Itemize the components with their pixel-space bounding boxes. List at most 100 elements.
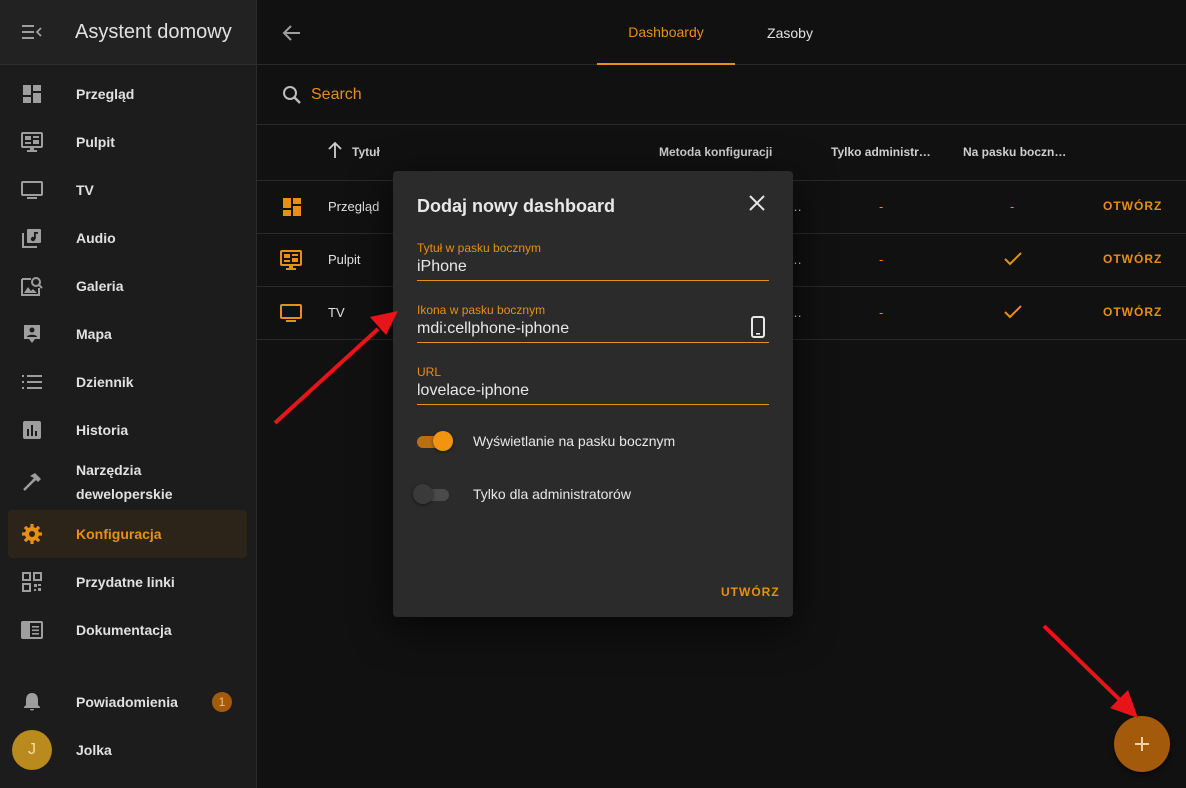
sidebar-item-tv[interactable]: TV	[0, 166, 256, 214]
sidebar-item-label: Powiadomienia	[76, 694, 178, 710]
chart-box-icon	[23, 421, 41, 439]
field-label: URL	[417, 365, 442, 379]
open-button[interactable]: OTWÓRZ	[1103, 199, 1162, 213]
sidebar-item-mapa[interactable]: Mapa	[0, 310, 256, 358]
sidebar-item-dziennik[interactable]: Dziennik	[0, 358, 256, 406]
sidebar-item-przydatne-linki[interactable]: Przydatne linki	[0, 558, 256, 606]
avatar: J	[12, 730, 52, 770]
user-name: Jolka	[76, 742, 112, 758]
top-bar: Dashboardy Zasoby	[257, 0, 1186, 65]
row-sidebar: -	[1010, 199, 1015, 214]
sidebar-item-dokumentacja[interactable]: Dokumentacja	[0, 606, 256, 654]
book-open-icon	[21, 621, 43, 639]
sidebar-title-input[interactable]	[417, 258, 737, 280]
column-header-admin[interactable]: Tylko administr…	[831, 145, 931, 159]
sidebar-item-label: Narzędzia	[76, 462, 142, 478]
search-bar	[257, 65, 1186, 125]
sidebar-item-label: Konfiguracja	[76, 526, 162, 542]
notification-badge: 1	[212, 692, 232, 712]
sidebar-item-label: Galeria	[76, 278, 124, 294]
admin-only-toggle[interactable]: Tylko dla administratorów	[413, 484, 631, 504]
map-account-icon	[24, 325, 40, 343]
sidebar-item-galeria[interactable]: Galeria	[0, 262, 256, 310]
sidebar-item-label: Przydatne linki	[76, 574, 175, 590]
search-icon	[283, 85, 301, 104]
hammer-icon	[23, 473, 41, 491]
sidebar-item-label: TV	[76, 182, 94, 198]
column-header-title[interactable]: Tytuł	[352, 145, 380, 159]
sidebar-icon-input[interactable]	[417, 320, 737, 342]
column-header-method[interactable]: Metoda konfiguracji	[659, 145, 772, 159]
sidebar-item-audio[interactable]: Audio	[0, 214, 256, 262]
column-header-sidebar[interactable]: Na pasku boczn…	[963, 145, 1066, 159]
sidebar-item-label: deweloperskie	[76, 486, 173, 502]
sidebar-item-narzedzia-deweloperskie[interactable]: Narzędzia deweloperskie	[0, 454, 256, 510]
sidebar-header: Asystent domowy	[0, 0, 256, 65]
url-field: URL	[417, 365, 769, 405]
bell-icon	[24, 693, 40, 711]
row-admin: -	[879, 199, 884, 214]
show-in-sidebar-toggle[interactable]: Wyświetlanie na pasku bocznym	[413, 431, 675, 451]
sidebar-item-powiadomienia[interactable]: Powiadomienia 1	[0, 678, 256, 726]
check-icon	[1004, 305, 1022, 319]
sidebar-title: Asystent domowy	[75, 20, 232, 43]
monitor-dashboard-icon	[280, 250, 302, 270]
sidebar-item-user[interactable]: J Jolka	[0, 726, 256, 774]
television-icon	[280, 304, 302, 322]
monitor-dashboard-icon	[21, 132, 43, 152]
sidebar-item-label: Mapa	[76, 326, 112, 342]
sidebar-item-label: Audio	[76, 230, 116, 246]
back-button[interactable]	[279, 20, 305, 46]
dialog-title: Dodaj nowy dashboard	[417, 196, 616, 216]
row-admin: -	[879, 252, 884, 267]
sidebar-item-pulpit[interactable]: Pulpit	[0, 118, 256, 166]
tab-dashboardy[interactable]: Dashboardy	[597, 0, 735, 65]
sort-arrow-up-icon[interactable]	[327, 141, 343, 162]
sidebar-title-field: Tytuł w pasku bocznym	[417, 241, 769, 281]
format-list-bulleted-icon	[22, 375, 42, 389]
sidebar-item-konfiguracja[interactable]: Konfiguracja	[8, 510, 247, 558]
menu-open-icon	[22, 25, 42, 39]
add-dashboard-fab[interactable]	[1114, 716, 1170, 772]
open-button[interactable]: OTWÓRZ	[1103, 252, 1162, 266]
toggle-label: Wyświetlanie na pasku bocznym	[473, 433, 676, 449]
sidebar-icon-field: Ikona w pasku bocznym	[417, 303, 769, 343]
sidebar-item-historia[interactable]: Historia	[0, 406, 256, 454]
field-label: Ikona w pasku bocznym	[417, 303, 546, 317]
sidebar-item-przeglad[interactable]: Przegląd	[0, 70, 256, 118]
view-dashboard-icon	[23, 85, 41, 103]
television-icon	[21, 181, 43, 199]
sidebar-item-label: Przegląd	[76, 86, 135, 102]
sidebar-item-label: Historia	[76, 422, 129, 438]
toggle-switch-off[interactable]	[413, 484, 453, 504]
view-dashboard-icon	[283, 198, 301, 216]
sidebar-item-label: Pulpit	[76, 134, 115, 150]
row-title: Pulpit	[328, 252, 361, 267]
open-button[interactable]: OTWÓRZ	[1103, 305, 1162, 319]
create-button[interactable]: UTWÓRZ	[721, 585, 780, 599]
check-icon	[1004, 252, 1022, 266]
row-title: TV	[328, 305, 345, 320]
field-label: Tytuł w pasku bocznym	[417, 241, 542, 255]
cog-icon	[22, 524, 42, 544]
search-input[interactable]	[311, 85, 611, 104]
sidebar: Asystent domowy Przegląd Pulpit TV Audio…	[0, 0, 257, 788]
cellphone-iphone-icon	[751, 316, 765, 338]
close-button[interactable]	[745, 191, 769, 215]
music-box-multiple-icon	[22, 229, 41, 248]
tab-zasoby[interactable]: Zasoby	[735, 0, 845, 65]
menu-toggle-button[interactable]	[0, 0, 64, 64]
url-input[interactable]	[417, 382, 737, 404]
arrow-left-icon	[282, 25, 300, 41]
sidebar-item-label: Dokumentacja	[76, 622, 172, 638]
plus-icon	[1135, 737, 1149, 751]
sidebar-item-label: Dziennik	[76, 374, 134, 390]
toggle-label: Tylko dla administratorów	[473, 486, 631, 502]
close-icon	[749, 195, 765, 211]
row-admin: -	[879, 305, 884, 320]
row-title: Przegląd	[328, 199, 380, 214]
qrcode-icon	[22, 572, 42, 592]
toggle-switch-on[interactable]	[413, 431, 453, 451]
add-dashboard-dialog: Dodaj nowy dashboard Tytuł w pasku boczn…	[393, 171, 793, 617]
image-search-icon	[21, 277, 43, 296]
